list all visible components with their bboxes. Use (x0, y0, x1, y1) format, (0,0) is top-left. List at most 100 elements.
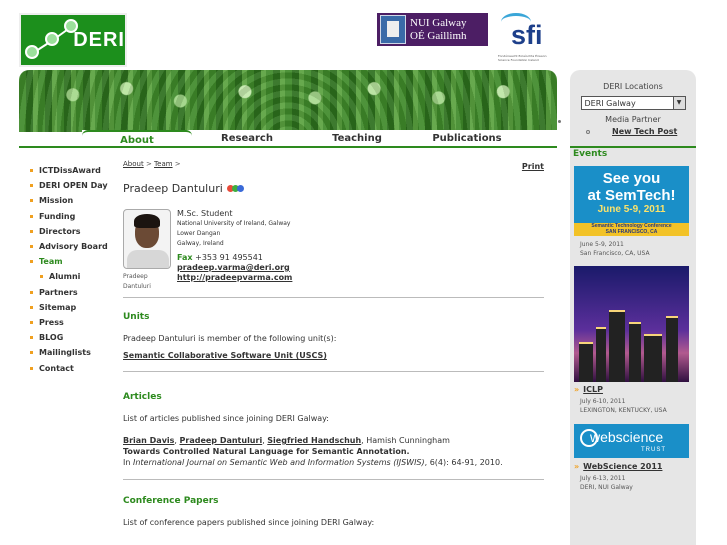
venue-suffix: , 6(4): 64-91, 2010. (424, 458, 503, 467)
sidebar-item-label: Directors (39, 226, 81, 236)
sidebar-item-advisory-board[interactable]: Advisory Board (30, 239, 120, 254)
event-date: July 6-10, 2011 (580, 398, 626, 405)
breadcrumb: About > Team > (123, 160, 544, 168)
sidebar-item-label: Partners (39, 287, 78, 297)
divider (123, 297, 544, 298)
sidebar-item-label: Alumni (49, 272, 81, 282)
person-name: Pradeep Dantuluri (123, 182, 223, 195)
sidebar-item-label: ICTDissAward (39, 166, 101, 176)
bullet-icon (30, 169, 33, 173)
dropdown-arrow-icon[interactable]: ▼ (672, 97, 685, 109)
sidebar-item-team[interactable]: Team (30, 254, 120, 269)
unit-link[interactable]: Semantic Collaborative Software Unit (US… (123, 351, 544, 360)
sidebar-item-label: Advisory Board (39, 242, 108, 252)
article-title: Towards Controlled Natural Language for … (123, 447, 410, 456)
location-select-value: DERI Galway (584, 98, 636, 108)
sidebar-item-funding[interactable]: Funding (30, 209, 120, 224)
ad-line5: SAN FRANCISCO, CA (605, 229, 658, 235)
caption-last: Dantuluri (123, 283, 151, 290)
breadcrumb-team[interactable]: Team (154, 160, 173, 168)
page-title: Pradeep Dantuluri (123, 182, 544, 195)
author-link[interactable]: Siegfried Handschuh (267, 436, 361, 445)
event-date: July 6-13, 2011 (580, 475, 626, 482)
locations-label: DERI Locations (603, 82, 663, 91)
webscience-banner[interactable]: webscience TRUST (574, 424, 689, 458)
address-line: National University of Ireland, Galway (177, 220, 291, 227)
iclp-image[interactable] (574, 266, 689, 382)
nav-divider (19, 146, 557, 148)
author-link[interactable]: Pradeep Dantuluri (180, 436, 263, 445)
events-list: See you at SemTech! June 5-9, 2011 Semant… (570, 160, 696, 545)
sidebar-item-label: Team (39, 257, 63, 267)
profile-card: Pradeep Dantuluri M.Sc. Student National… (123, 209, 544, 291)
semtech-banner[interactable]: See you at SemTech! June 5-9, 2011 Semant… (574, 166, 689, 236)
separator-dot (558, 120, 561, 123)
bullet-icon (30, 214, 33, 218)
tab-publications[interactable]: Publications (412, 130, 522, 146)
bullet-icon (30, 305, 33, 309)
articles-intro: List of articles published since joining… (123, 414, 329, 423)
units-intro: Pradeep Dantuluri is member of the follo… (123, 334, 337, 343)
event-title[interactable]: ICLP (583, 385, 603, 394)
sidebar-item-mailinglists[interactable]: Mailinglists (30, 345, 120, 360)
media-partner-label: Media Partner (605, 115, 661, 124)
sidebar-item-directors[interactable]: Directors (30, 224, 120, 239)
address-line: Galway, Ireland (177, 240, 224, 247)
sidebar-item-mission[interactable]: Mission (30, 193, 120, 208)
sidebar-item-label: Funding (39, 211, 76, 221)
sidebar-item-partners[interactable]: Partners (30, 285, 120, 300)
print-link[interactable]: Print (522, 162, 544, 171)
sidebar-item-press[interactable]: Press (30, 315, 120, 330)
sidebar-item-label: Contact (39, 363, 74, 373)
deri-logo[interactable]: DERI (19, 13, 127, 67)
role: M.Sc. Student (177, 209, 233, 218)
fax: Fax +353 91 495541 (177, 253, 292, 263)
event-title[interactable]: WebScience 2011 (583, 462, 662, 471)
sidebar-item-contact[interactable]: Contact (30, 360, 120, 375)
bullet-icon (30, 336, 33, 340)
caption-first: Pradeep (123, 273, 148, 280)
conference-intro: List of conference papers published sinc… (123, 518, 375, 527)
event-iclp[interactable]: » ICLP (574, 385, 603, 394)
bullet-icon (30, 320, 33, 324)
contact-details: M.Sc. Student National University of Ire… (177, 209, 292, 283)
fax-number: +353 91 495541 (195, 253, 263, 262)
event1-meta: June 5-9, 2011 San Francisco, CA, USA (580, 240, 650, 258)
author-link[interactable]: Brian Davis (123, 436, 174, 445)
location-select[interactable]: DERI Galway ▼ (580, 96, 686, 110)
sidebar-item-label: Sitemap (39, 302, 77, 312)
units-heading: Units (123, 312, 150, 322)
articles-heading: Articles (123, 392, 162, 402)
tab-research[interactable]: Research (192, 130, 302, 146)
sidebar-item-alumni[interactable]: Alumni (30, 269, 120, 284)
sidebar-item-ictdissaward[interactable]: ICTDissAward (30, 163, 120, 178)
sfi-logo[interactable]: sfi Fondúireacht Eolaíochta Éireann Scie… (497, 10, 559, 62)
tab-about[interactable]: About (82, 130, 192, 146)
sidebar-nav: ICTDissAward DERI OPEN Day Mission Fundi… (30, 163, 120, 376)
sidebar-item-label: Mailinglists (39, 348, 91, 358)
trust-text: TRUST (641, 447, 666, 453)
email-link[interactable]: pradeep.varma@deri.org (177, 263, 292, 273)
media-partner-item[interactable]: New Tech Post (570, 127, 696, 136)
article-entry: Brian Davis, Pradeep Dantuluri, Siegfrie… (123, 436, 503, 467)
breadcrumb-about[interactable]: About (123, 160, 144, 168)
website-link[interactable]: http://pradeepvarma.com (177, 273, 292, 283)
ad-line3: June 5-9, 2011 (597, 204, 666, 215)
bullet-icon (30, 366, 33, 370)
divider (123, 371, 544, 372)
sidebar-item-sitemap[interactable]: Sitemap (30, 300, 120, 315)
media-partner-link[interactable]: New Tech Post (612, 127, 677, 136)
event-webscience[interactable]: » WebScience 2011 (574, 462, 662, 471)
event2-meta: July 6-10, 2011 LEXINGTON, KENTUCKY, USA (580, 397, 667, 415)
tab-teaching[interactable]: Teaching (302, 130, 412, 146)
ad-line1: See you (602, 170, 661, 187)
sidebar-item-label: DERI OPEN Day (39, 181, 108, 191)
event-place: LEXINGTON, KENTUCKY, USA (580, 407, 667, 414)
event-place: San Francisco, CA, USA (580, 250, 650, 257)
sidebar-item-deri-open-day[interactable]: DERI OPEN Day (30, 178, 120, 193)
bullet-icon (30, 290, 33, 294)
foaf-icon[interactable] (226, 184, 245, 193)
sidebar-item-blog[interactable]: BLOG (30, 330, 120, 345)
nui-galway-logo[interactable]: NUI Galway OÉ Gaillimh (377, 13, 488, 46)
bullet-icon (30, 245, 33, 249)
